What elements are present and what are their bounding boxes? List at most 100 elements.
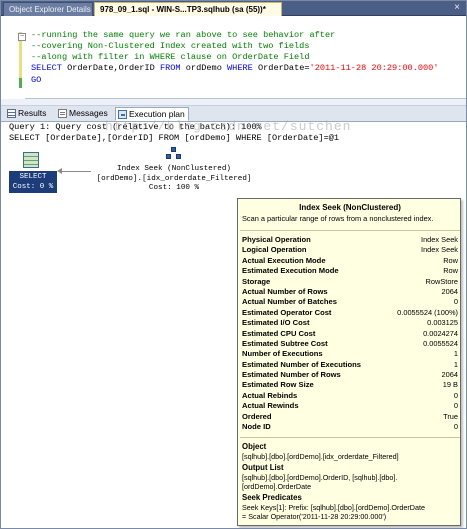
tooltip-property-row: Estimated I/O Cost 0.003125: [242, 318, 458, 328]
query-editor[interactable]: − --running the same query we ran above …: [1, 16, 466, 99]
property-name: Estimated Execution Mode: [242, 266, 339, 276]
property-name: Actual Execution Mode: [242, 255, 326, 265]
tooltip-property-row: Estimated Subtree Cost 0.0055524: [242, 339, 458, 349]
query-text-line: SELECT [OrderDate],[OrderID] FROM [ordDe…: [9, 133, 340, 143]
results-tab-strip: Results Messages Execution plan: [1, 106, 466, 122]
index-seek-icon: [166, 147, 182, 161]
output-list-text: [sqlhub].[dbo].[ordDemo].OrderID, [sqlhu…: [242, 473, 398, 491]
property-value: 2064: [441, 370, 458, 380]
seek-node-cost: Cost: 100 %: [148, 184, 200, 192]
property-value: 0: [453, 401, 458, 411]
tooltip-property-row: Estimated CPU Cost 0.0024274: [242, 329, 458, 339]
code-table: ordDemo: [180, 63, 228, 73]
tooltip-property-row: Number of Executions 1: [242, 349, 458, 359]
editor-scroll-strip[interactable]: [1, 99, 466, 106]
seek-predicates-heading: Seek Predicates: [242, 493, 302, 502]
property-name: Actual Number of Batches: [242, 297, 337, 307]
tooltip-property-row: Actual Number of Batches 0: [242, 297, 458, 307]
property-value: 0.003125: [427, 318, 458, 328]
keyword-go: GO: [31, 75, 42, 85]
property-value: Row: [443, 255, 458, 265]
code-comment: --running the same query we ran above to…: [31, 30, 336, 40]
index-seek-operator-node[interactable]: Index Seek (NonClustered) [ordDemo].[idx…: [93, 147, 255, 194]
keyword-select: SELECT: [31, 63, 62, 73]
tooltip-property-row: Node ID 0: [242, 422, 458, 432]
query-cost-line: Query 1: Query cost (relative to the bat…: [9, 122, 262, 132]
code-columns: OrderDate,OrderID: [61, 63, 160, 73]
property-name: Number of Executions: [242, 349, 323, 359]
ssms-window: Object Explorer Details 978_09_1.sql - W…: [0, 0, 467, 529]
property-name: Estimated Row Size: [242, 380, 314, 390]
property-value: 1: [453, 359, 458, 369]
object-heading: Object: [242, 442, 267, 451]
output-list-heading: Output List: [242, 463, 284, 472]
data-flow-arrow[interactable]: [57, 168, 91, 174]
code-select-statement: SELECT OrderDate,OrderID FROM ordDemo WH…: [31, 63, 438, 74]
tab-messages[interactable]: Messages: [56, 107, 112, 121]
tooltip-property-row: Estimated Row Size 19 B: [242, 380, 458, 390]
property-value: 0.0055524: [423, 338, 458, 348]
property-value: 0: [453, 422, 458, 432]
document-tab-strip: Object Explorer Details 978_09_1.sql - W…: [1, 1, 466, 16]
property-name: Estimated Number of Executions: [242, 359, 361, 369]
property-name: Logical Operation: [242, 245, 307, 255]
tooltip-object-section: Object [sqlhub].[dbo].[ordDemo].[idx_ord…: [242, 442, 458, 461]
execution-plan-icon: [118, 110, 127, 119]
tooltip-property-row: Estimated Execution Mode Row: [242, 266, 458, 276]
close-icon[interactable]: ×: [451, 2, 463, 14]
tooltip-property-row: Actual Rebinds 0: [242, 391, 458, 401]
code-comment: --along with filter in WHERE clause on O…: [31, 52, 310, 62]
tooltip-property-row: Actual Number of Rows 2064: [242, 287, 458, 297]
select-node-name: SELECT: [19, 173, 47, 181]
property-name: Ordered: [242, 411, 272, 421]
property-value: Index Seek: [421, 245, 458, 255]
property-value: 0: [453, 390, 458, 400]
seek-predicates-text: Seek Keys[1]: Prefix: [sqlhub].[dbo].[or…: [242, 503, 425, 521]
tooltip-properties: Physical Operation Index Seek Logical Oper…: [242, 235, 458, 432]
property-value: Index Seek: [421, 235, 458, 244]
property-value: Row: [443, 266, 458, 276]
tooltip-property-row: Actual Execution Mode Row: [242, 256, 458, 266]
execution-plan-pane: Query 1: Query cost (relative to the bat…: [1, 122, 466, 528]
tooltip-property-row: Estimated Operator Cost 0.0055524 (100%): [242, 308, 458, 318]
tooltip-divider: [240, 437, 460, 438]
tooltip-output-section: Output List [sqlhub].[dbo].[ordDemo].Ord…: [242, 463, 458, 491]
property-name: Estimated Operator Cost: [242, 307, 332, 317]
property-value: 0.0055524 (100%): [397, 307, 458, 317]
tooltip-property-row: Storage RowStore: [242, 277, 458, 287]
change-marker: [19, 44, 22, 78]
tooltip-property-row: Ordered True: [242, 412, 458, 422]
tab-messages-label: Messages: [69, 108, 108, 118]
tab-execution-plan-label: Execution plan: [129, 109, 185, 119]
tab-execution-plan[interactable]: Execution plan: [115, 107, 189, 121]
select-result-icon: [23, 152, 39, 168]
tab-results-label: Results: [18, 108, 47, 118]
tab-results[interactable]: Results: [5, 107, 53, 121]
property-value: 19 B: [442, 380, 458, 390]
tooltip-property-row: Logical Operation Index Seek: [242, 245, 458, 255]
property-value: RowStore: [425, 276, 458, 286]
tooltip-title: Index Seek (NonClustered): [299, 203, 401, 212]
collapse-icon[interactable]: −: [18, 33, 26, 41]
property-name: Physical Operation: [242, 235, 311, 244]
seek-node-object: [ordDemo].[idx_orderdate_Filtered]: [96, 174, 252, 183]
property-name: Estimated CPU Cost: [242, 328, 316, 338]
property-value: 2064: [441, 286, 458, 296]
property-value: 0.0024274: [423, 328, 458, 338]
property-name: Actual Rebinds: [242, 390, 298, 400]
property-value: True: [443, 411, 458, 421]
keyword-where: WHERE: [227, 63, 253, 73]
tab-query-editor[interactable]: 978_09_1.sql - WIN-S...TP3.sqlhub (sa (5…: [94, 2, 282, 16]
tab-object-explorer-details[interactable]: Object Explorer Details: [3, 2, 93, 16]
property-name: Actual Rewinds: [242, 401, 299, 411]
select-node-cost: Cost: 0 %: [12, 183, 54, 191]
code-condition: OrderDate=: [252, 63, 310, 73]
code-comment: --covering Non-Clustered Index created w…: [31, 41, 310, 51]
keyword-from: FROM: [159, 63, 181, 73]
operator-tooltip: Index Seek (NonClustered) Scan a particu…: [237, 198, 461, 526]
seek-node-operator: Index Seek (NonClustered): [117, 165, 231, 173]
tooltip-description: Scan a particular range of rows from a n…: [242, 214, 434, 223]
code-string-literal: '2011-11-28 20:29:00.000': [309, 63, 439, 73]
grid-icon: [7, 109, 16, 118]
select-node-label: SELECT Cost: 0 %: [9, 171, 57, 193]
